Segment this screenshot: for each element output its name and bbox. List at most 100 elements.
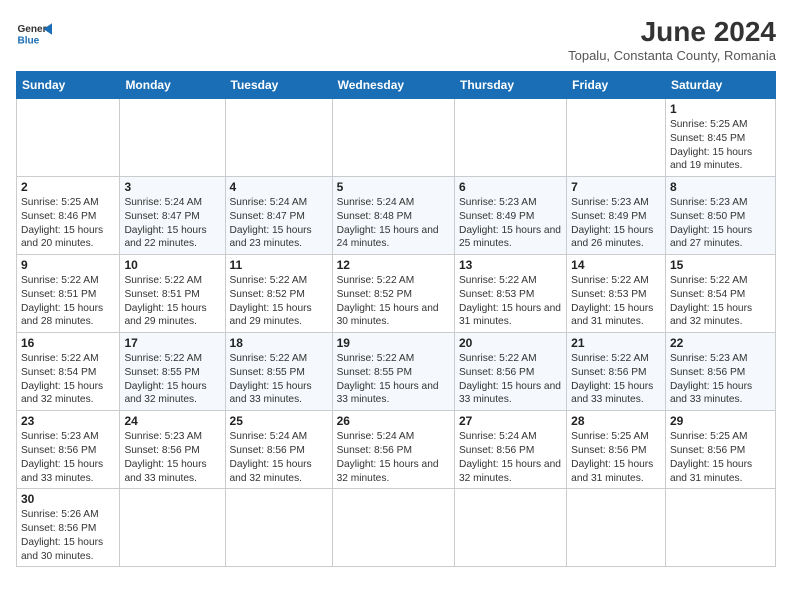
calendar-cell xyxy=(225,99,332,177)
day-info: Sunrise: 5:22 AM Sunset: 8:56 PM Dayligh… xyxy=(459,352,562,407)
day-number: 14 xyxy=(571,258,661,272)
calendar-cell xyxy=(332,99,454,177)
calendar-cell xyxy=(120,489,225,567)
day-number: 17 xyxy=(124,336,220,350)
day-info: Sunrise: 5:23 AM Sunset: 8:56 PM Dayligh… xyxy=(124,430,220,485)
calendar-cell: 11Sunrise: 5:22 AM Sunset: 8:52 PM Dayli… xyxy=(225,255,332,333)
day-info: Sunrise: 5:23 AM Sunset: 8:56 PM Dayligh… xyxy=(670,352,771,407)
day-number: 1 xyxy=(670,102,771,116)
calendar-cell: 25Sunrise: 5:24 AM Sunset: 8:56 PM Dayli… xyxy=(225,411,332,489)
day-info: Sunrise: 5:22 AM Sunset: 8:53 PM Dayligh… xyxy=(571,274,661,329)
calendar-cell: 22 Sunrise: 5:23 AM Sunset: 8:56 PM Dayli… xyxy=(665,333,775,411)
day-info: Sunrise: 5:24 AM Sunset: 8:48 PM Dayligh… xyxy=(337,196,450,251)
day-number: 3 xyxy=(124,180,220,194)
svg-text:Blue: Blue xyxy=(17,35,39,46)
calendar-title: June 2024 xyxy=(568,16,776,48)
calendar-cell xyxy=(225,489,332,567)
calendar-cell xyxy=(332,489,454,567)
calendar-cell: 24 Sunrise: 5:23 AM Sunset: 8:56 PM Dayli… xyxy=(120,411,225,489)
calendar-cell: 26 Sunrise: 5:24 AM Sunset: 8:56 PM Dayli… xyxy=(332,411,454,489)
day-number: 23 xyxy=(21,414,115,428)
title-area: June 2024 Topalu, Constanta County, Roma… xyxy=(568,16,776,63)
calendar-cell: 20 Sunrise: 5:22 AM Sunset: 8:56 PM Dayli… xyxy=(454,333,566,411)
header-saturday: Saturday xyxy=(665,72,775,99)
day-number: 24 xyxy=(124,414,220,428)
calendar-cell: 4 Sunrise: 5:24 AM Sunset: 8:47 PM Daylig… xyxy=(225,177,332,255)
calendar-cell: 7Sunrise: 5:23 AM Sunset: 8:49 PM Daylig… xyxy=(567,177,666,255)
calendar-cell: 15 Sunrise: 5:22 AM Sunset: 8:54 PM Dayli… xyxy=(665,255,775,333)
day-info: Sunrise: 5:22 AM Sunset: 8:55 PM Dayligh… xyxy=(337,352,450,407)
day-info: Sunrise: 5:25 AM Sunset: 8:56 PM Dayligh… xyxy=(670,430,771,485)
header-tuesday: Tuesday xyxy=(225,72,332,99)
logo-icon: General Blue xyxy=(16,16,52,52)
day-info: Sunrise: 5:22 AM Sunset: 8:51 PM Dayligh… xyxy=(124,274,220,329)
day-number: 30 xyxy=(21,492,115,506)
calendar-cell: 8Sunrise: 5:23 AM Sunset: 8:50 PM Daylig… xyxy=(665,177,775,255)
calendar-cell: 12 Sunrise: 5:22 AM Sunset: 8:52 PM Dayli… xyxy=(332,255,454,333)
day-number: 9 xyxy=(21,258,115,272)
weekday-header-row: Sunday Monday Tuesday Wednesday Thursday… xyxy=(17,72,776,99)
day-number: 13 xyxy=(459,258,562,272)
day-info: Sunrise: 5:22 AM Sunset: 8:54 PM Dayligh… xyxy=(21,352,115,407)
day-info: Sunrise: 5:22 AM Sunset: 8:55 PM Dayligh… xyxy=(230,352,328,407)
day-number: 18 xyxy=(230,336,328,350)
calendar-cell: 27Sunrise: 5:24 AM Sunset: 8:56 PM Dayli… xyxy=(454,411,566,489)
day-number: 10 xyxy=(124,258,220,272)
calendar-cell: 17 Sunrise: 5:22 AM Sunset: 8:55 PM Dayli… xyxy=(120,333,225,411)
day-number: 27 xyxy=(459,414,562,428)
day-number: 26 xyxy=(337,414,450,428)
day-info: Sunrise: 5:25 AM Sunset: 8:46 PM Dayligh… xyxy=(21,196,115,251)
day-info: Sunrise: 5:25 AM Sunset: 8:56 PM Dayligh… xyxy=(571,430,661,485)
calendar-table: Sunday Monday Tuesday Wednesday Thursday… xyxy=(16,71,776,567)
day-info: Sunrise: 5:22 AM Sunset: 8:54 PM Dayligh… xyxy=(670,274,771,329)
calendar-cell: 28 Sunrise: 5:25 AM Sunset: 8:56 PM Dayli… xyxy=(567,411,666,489)
calendar-cell: 13 Sunrise: 5:22 AM Sunset: 8:53 PM Dayli… xyxy=(454,255,566,333)
day-number: 19 xyxy=(337,336,450,350)
calendar-cell xyxy=(567,489,666,567)
day-number: 28 xyxy=(571,414,661,428)
day-info: Sunrise: 5:22 AM Sunset: 8:55 PM Dayligh… xyxy=(124,352,220,407)
calendar-cell: 23 Sunrise: 5:23 AM Sunset: 8:56 PM Dayli… xyxy=(17,411,120,489)
calendar-cell: 10 Sunrise: 5:22 AM Sunset: 8:51 PM Dayli… xyxy=(120,255,225,333)
calendar-cell: 6Sunrise: 5:23 AM Sunset: 8:49 PM Daylig… xyxy=(454,177,566,255)
day-number: 22 xyxy=(670,336,771,350)
day-number: 2 xyxy=(21,180,115,194)
calendar-cell xyxy=(454,489,566,567)
day-info: Sunrise: 5:22 AM Sunset: 8:53 PM Dayligh… xyxy=(459,274,562,329)
day-number: 5 xyxy=(337,180,450,194)
calendar-cell: 14 Sunrise: 5:22 AM Sunset: 8:53 PM Dayli… xyxy=(567,255,666,333)
day-info: Sunrise: 5:23 AM Sunset: 8:49 PM Dayligh… xyxy=(459,196,562,251)
calendar-cell: 21 Sunrise: 5:22 AM Sunset: 8:56 PM Dayli… xyxy=(567,333,666,411)
header-wednesday: Wednesday xyxy=(332,72,454,99)
calendar-cell xyxy=(17,99,120,177)
day-info: Sunrise: 5:23 AM Sunset: 8:49 PM Dayligh… xyxy=(571,196,661,251)
calendar-body: 1 Sunrise: 5:25 AM Sunset: 8:45 PM Daylig… xyxy=(17,99,776,567)
day-info: Sunrise: 5:24 AM Sunset: 8:47 PM Dayligh… xyxy=(230,196,328,251)
day-number: 21 xyxy=(571,336,661,350)
day-number: 15 xyxy=(670,258,771,272)
day-number: 4 xyxy=(230,180,328,194)
day-info: Sunrise: 5:26 AM Sunset: 8:56 PM Dayligh… xyxy=(21,508,115,563)
calendar-cell: 29 Sunrise: 5:25 AM Sunset: 8:56 PM Dayli… xyxy=(665,411,775,489)
day-number: 20 xyxy=(459,336,562,350)
calendar-cell: 18 Sunrise: 5:22 AM Sunset: 8:55 PM Dayli… xyxy=(225,333,332,411)
calendar-cell: 2 Sunrise: 5:25 AM Sunset: 8:46 PM Daylig… xyxy=(17,177,120,255)
day-info: Sunrise: 5:24 AM Sunset: 8:56 PM Dayligh… xyxy=(337,430,450,485)
calendar-cell: 19 Sunrise: 5:22 AM Sunset: 8:55 PM Dayli… xyxy=(332,333,454,411)
calendar-cell: 30 Sunrise: 5:26 AM Sunset: 8:56 PM Dayli… xyxy=(17,489,120,567)
day-info: Sunrise: 5:25 AM Sunset: 8:45 PM Dayligh… xyxy=(670,118,771,173)
calendar-cell: 1 Sunrise: 5:25 AM Sunset: 8:45 PM Daylig… xyxy=(665,99,775,177)
calendar-cell xyxy=(454,99,566,177)
day-number: 11 xyxy=(230,258,328,272)
day-info: Sunrise: 5:22 AM Sunset: 8:56 PM Dayligh… xyxy=(571,352,661,407)
day-number: 29 xyxy=(670,414,771,428)
calendar-cell xyxy=(120,99,225,177)
page-header: General Blue June 2024 Topalu, Constanta… xyxy=(16,16,776,63)
day-number: 16 xyxy=(21,336,115,350)
day-info: Sunrise: 5:24 AM Sunset: 8:47 PM Dayligh… xyxy=(124,196,220,251)
day-info: Sunrise: 5:22 AM Sunset: 8:52 PM Dayligh… xyxy=(337,274,450,329)
day-number: 12 xyxy=(337,258,450,272)
day-info: Sunrise: 5:23 AM Sunset: 8:56 PM Dayligh… xyxy=(21,430,115,485)
day-info: Sunrise: 5:23 AM Sunset: 8:50 PM Dayligh… xyxy=(670,196,771,251)
header-friday: Friday xyxy=(567,72,666,99)
